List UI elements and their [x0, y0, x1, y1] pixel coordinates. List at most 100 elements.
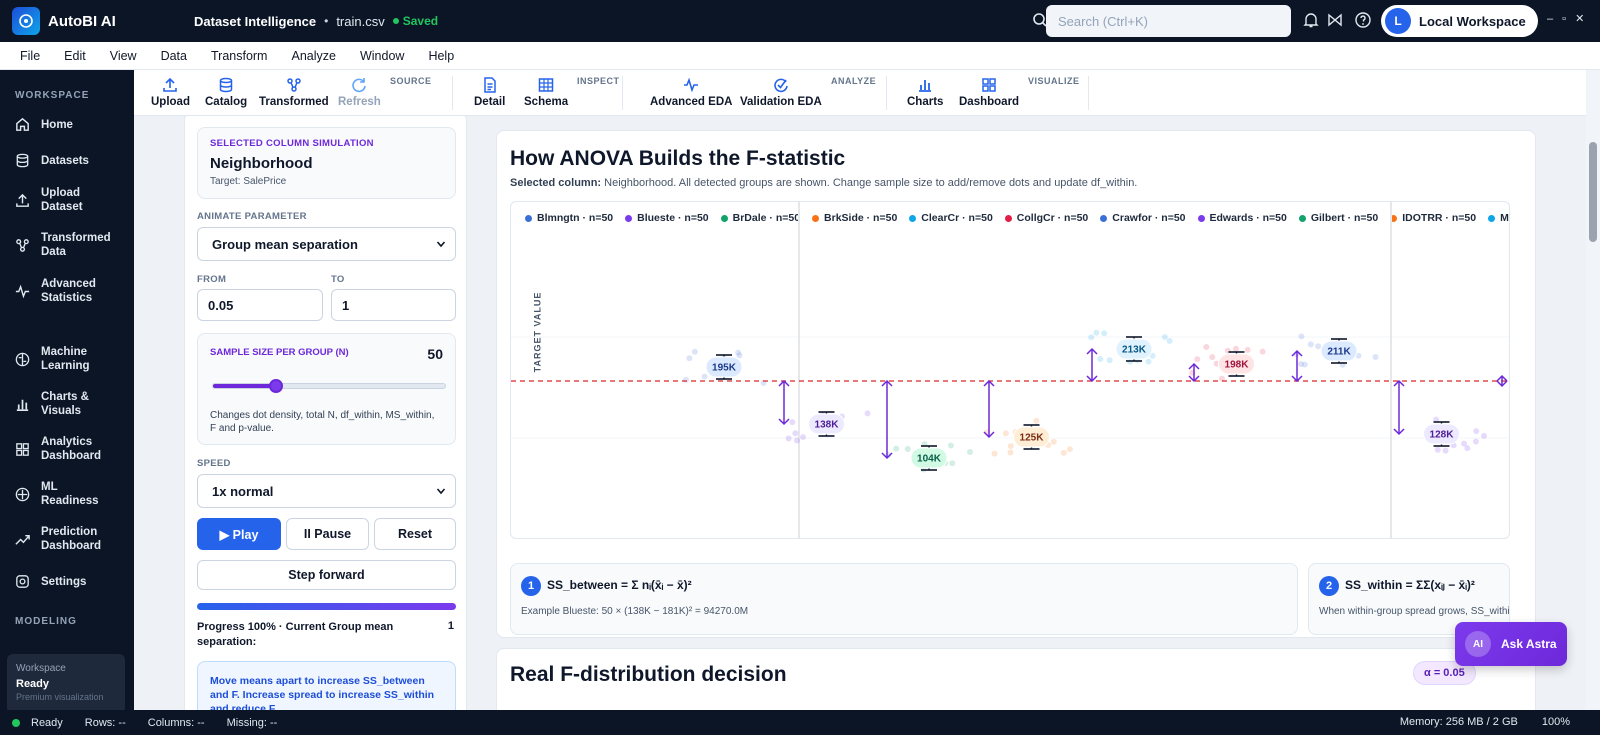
catalog-label: Catalog: [205, 96, 248, 108]
sidebar-item-charts-visuals[interactable]: Charts & Visuals: [14, 390, 126, 418]
document-title: Dataset Intelligence: [194, 13, 317, 29]
sample-size-help: Changes dot density, total N, df_within,…: [210, 410, 435, 434]
group-mean-label: 198K: [1225, 360, 1250, 371]
sidebar-item-machine-learning[interactable]: Machine Learning: [14, 345, 126, 373]
database-icon: [219, 77, 233, 93]
sidebar-item-prediction-dashboard[interactable]: Prediction Dashboard: [14, 525, 126, 553]
sidebar-item-home[interactable]: Home: [14, 116, 126, 133]
menu-view[interactable]: View: [110, 49, 137, 63]
data-point: [1298, 333, 1305, 340]
charts-label: Charts: [907, 96, 944, 108]
speed-label: SPEED: [197, 458, 231, 469]
dashboard-icon: [16, 442, 29, 456]
chart-plot-area: 195K 138K 104K 125K 213K 198K 211K 128K: [511, 202, 1509, 538]
reset-button[interactable]: Reset: [374, 518, 456, 550]
chevron-down-icon: [436, 241, 446, 248]
menu-file[interactable]: File: [20, 49, 40, 63]
to-label: TO: [331, 274, 345, 285]
menu-data[interactable]: Data: [161, 49, 187, 63]
sidebar-item-label: Prediction Dashboard: [41, 526, 102, 552]
charts-button[interactable]: Charts: [907, 76, 943, 108]
status-rows: Rows: --: [84, 716, 126, 729]
detail-button[interactable]: Detail: [474, 76, 505, 108]
sample-size-value: 50: [427, 346, 443, 362]
transformed-label: Transformed: [259, 96, 329, 108]
validation-eda-button[interactable]: Validation EDA: [740, 76, 822, 108]
data-point: [1060, 449, 1067, 456]
to-input[interactable]: 1: [331, 289, 456, 321]
menu-analyze[interactable]: Analyze: [291, 49, 335, 63]
bar-chart-icon: [16, 399, 29, 411]
toolbar-group-inspect: INSPECT: [577, 76, 620, 86]
sidebar-item-transformed-data[interactable]: Transformed Data: [14, 231, 126, 259]
database-icon: [16, 153, 29, 168]
data-point: [1301, 361, 1308, 368]
data-point: [1473, 428, 1480, 435]
data-point: [1434, 446, 1441, 453]
sidebar-item-analytics-dashboard[interactable]: Analytics Dashboard: [14, 435, 126, 463]
sidebar-item-advanced-statistics[interactable]: Advanced Statistics: [14, 277, 126, 305]
menu-transform[interactable]: Transform: [211, 49, 268, 63]
sample-size-slider[interactable]: [212, 379, 446, 393]
workspace-status-card: Workspace Ready Premium visualization: [7, 654, 125, 710]
upload-icon: [16, 193, 29, 207]
schema-button[interactable]: Schema: [524, 76, 568, 108]
advanced-eda-button[interactable]: Advanced EDA: [650, 76, 732, 108]
pause-button[interactable]: II Pause: [286, 518, 369, 550]
chevron-down-icon: [436, 488, 446, 495]
share-icon[interactable]: [1326, 11, 1344, 29]
data-point: [1232, 345, 1239, 352]
catalog-button[interactable]: Catalog: [205, 76, 247, 108]
gear-icon: [16, 575, 29, 588]
data-point: [1224, 347, 1231, 354]
workspace-switcher[interactable]: L Local Workspace: [1381, 5, 1538, 37]
data-point: [947, 442, 954, 449]
step-forward-button[interactable]: Step forward: [197, 560, 456, 590]
from-input[interactable]: 0.05: [197, 289, 323, 321]
refresh-button[interactable]: Refresh: [338, 76, 381, 108]
window-controls[interactable]: – ▫ ✕: [1547, 12, 1587, 25]
data-point: [1209, 354, 1216, 361]
speed-select[interactable]: 1x normal: [197, 474, 456, 508]
progress-bar: [197, 603, 456, 610]
ask-astra-button[interactable]: AI Ask Astra: [1455, 622, 1567, 666]
transformed-button[interactable]: Transformed: [259, 76, 329, 108]
sidebar-section-modeling: MODELING: [15, 616, 77, 627]
group-mean-label: 128K: [1430, 430, 1455, 441]
data-point: [1481, 432, 1488, 439]
data-point: [1093, 329, 1100, 336]
data-point: [966, 449, 973, 456]
sidebar-item-label: ML Readiness: [41, 481, 99, 507]
sample-size-card: SAMPLE SIZE PER GROUP (N) 50 Changes dot…: [197, 333, 456, 445]
search-input[interactable]: [1046, 5, 1291, 37]
menu-window[interactable]: Window: [360, 49, 404, 63]
transform-icon: [287, 78, 301, 92]
play-button[interactable]: ▶ Play: [197, 518, 281, 550]
page-scrollbar[interactable]: [1586, 70, 1600, 710]
status-ready: Ready: [31, 716, 63, 729]
scroll-thumb[interactable]: [1589, 142, 1597, 242]
data-point: [1088, 334, 1095, 341]
selected-column-card: SELECTED COLUMN SIMULATION Neighborhood …: [197, 127, 456, 199]
animate-parameter-value: Group mean separation: [212, 237, 358, 252]
sidebar-item-ml-readiness[interactable]: ML Readiness: [14, 480, 126, 508]
menu-edit[interactable]: Edit: [64, 49, 86, 63]
from-label: FROM: [197, 274, 227, 285]
avatar: L: [1385, 8, 1411, 34]
schema-label: Schema: [524, 96, 569, 108]
help-icon[interactable]: [1354, 11, 1372, 29]
animate-parameter-select[interactable]: Group mean separation: [197, 227, 456, 261]
step-number-badge: 1: [521, 576, 541, 596]
sidebar-item-datasets[interactable]: Datasets: [14, 152, 126, 169]
menu-help[interactable]: Help: [428, 49, 454, 63]
step-number-badge: 2: [1319, 576, 1339, 596]
data-point: [1106, 357, 1113, 364]
data-point: [1461, 440, 1468, 447]
bell-icon[interactable]: [1302, 11, 1320, 29]
upload-button[interactable]: Upload: [151, 76, 190, 108]
brain-icon: [15, 352, 30, 366]
dashboard-button[interactable]: Dashboard: [959, 76, 1019, 108]
sidebar-item-upload-dataset[interactable]: Upload Dataset: [14, 186, 126, 214]
sidebar-item-settings[interactable]: Settings: [14, 573, 126, 590]
slider-thumb[interactable]: [269, 379, 284, 393]
